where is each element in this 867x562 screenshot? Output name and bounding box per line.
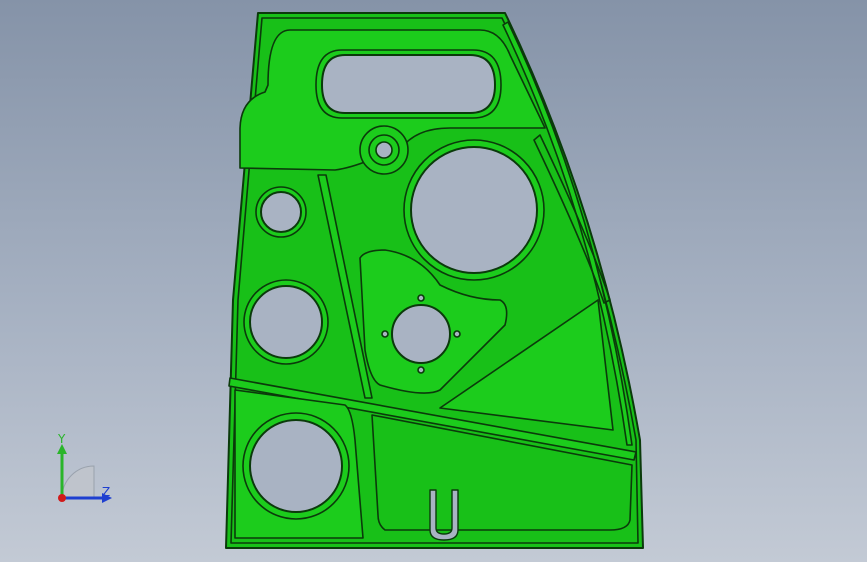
boss-hole[interactable] bbox=[375, 141, 393, 159]
reference-triad: Y Z bbox=[40, 430, 130, 520]
center-hole[interactable] bbox=[391, 304, 451, 364]
triad-z-label: Z bbox=[102, 485, 111, 499]
sheet-metal-part-model[interactable] bbox=[0, 0, 867, 562]
bolt-hole-left[interactable] bbox=[381, 330, 389, 338]
triad-graphic bbox=[57, 444, 112, 503]
top-slot-hole[interactable] bbox=[321, 54, 496, 114]
mid-left-hole[interactable] bbox=[249, 285, 323, 359]
bottom-hole[interactable] bbox=[249, 419, 343, 513]
cad-graphics-viewport[interactable]: Y Z bbox=[0, 0, 867, 562]
triad-y-label: Y bbox=[58, 432, 66, 446]
small-left-hole[interactable] bbox=[260, 191, 302, 233]
large-hole[interactable] bbox=[410, 146, 538, 274]
bolt-hole-bottom[interactable] bbox=[417, 366, 425, 374]
bolt-hole-right[interactable] bbox=[453, 330, 461, 338]
bolt-hole-top[interactable] bbox=[417, 294, 425, 302]
